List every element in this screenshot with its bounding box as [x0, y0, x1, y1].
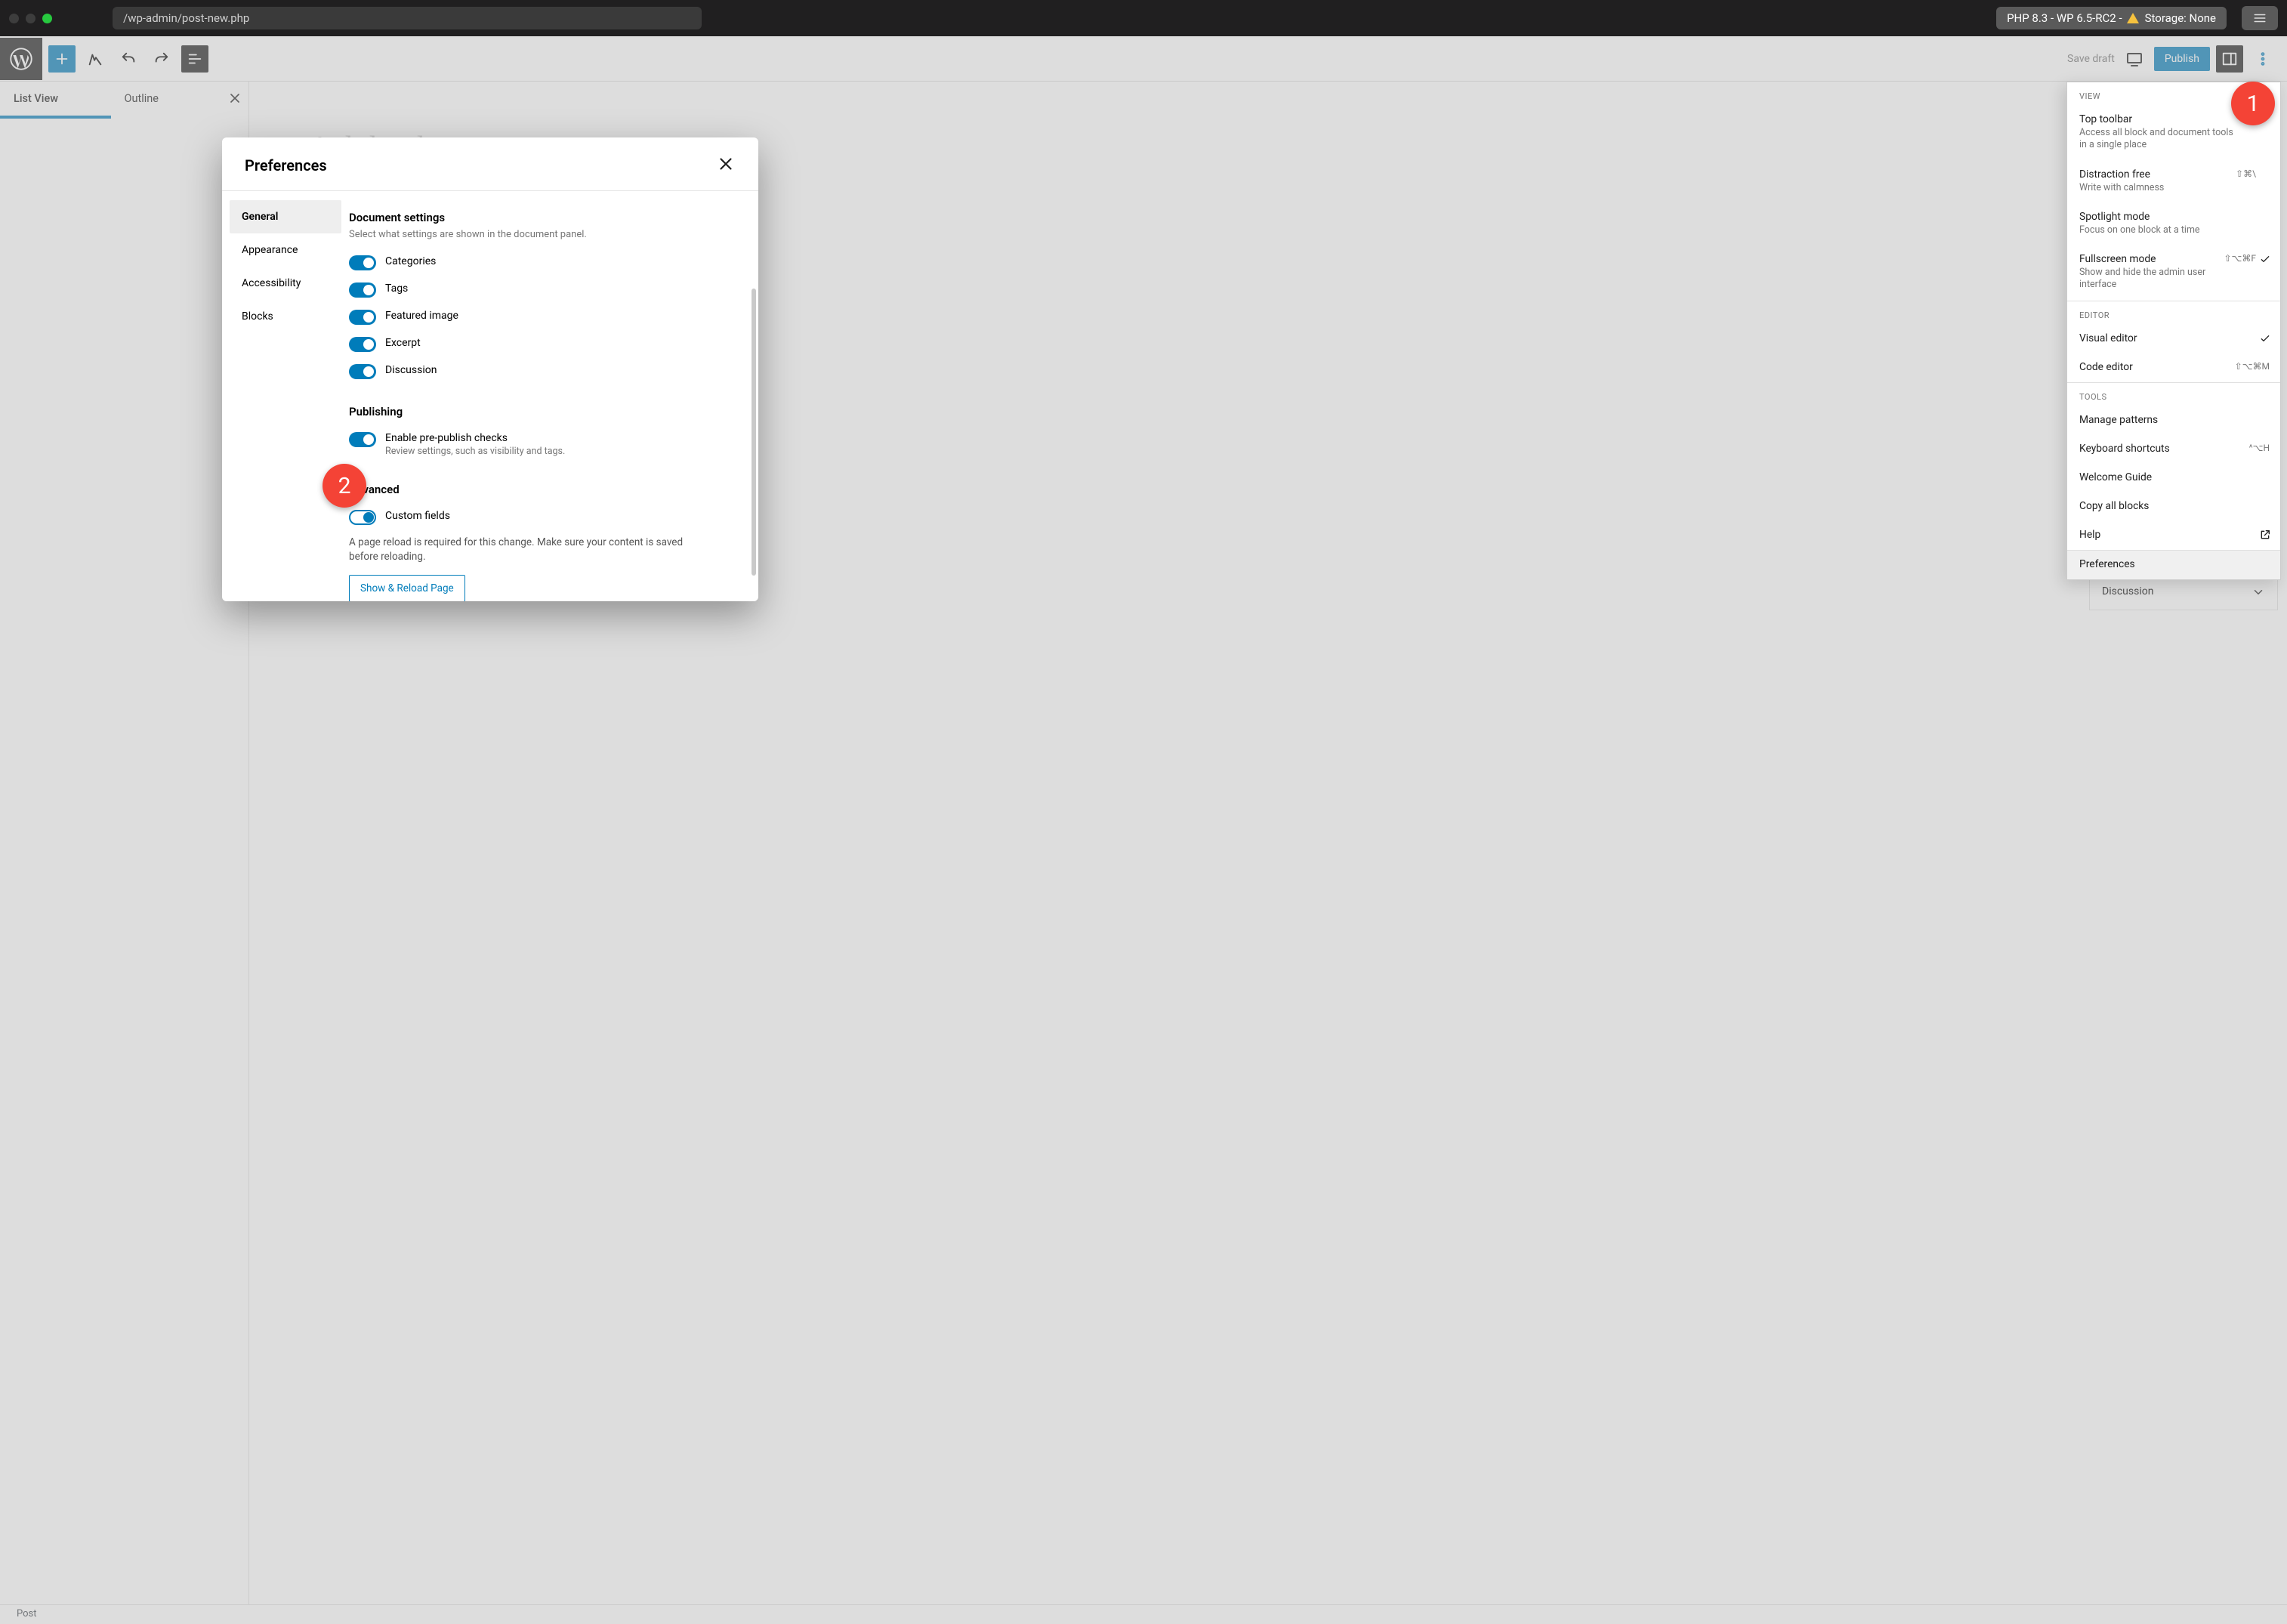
- nav-accessibility[interactable]: Accessibility: [230, 267, 341, 300]
- menu-item-shortcut: ⇧⌘\: [2236, 168, 2256, 179]
- show-reload-button[interactable]: Show & Reload Page: [349, 575, 465, 601]
- menu-item-keyboard-shortcuts[interactable]: Keyboard shortcuts ^⌥H: [2067, 435, 2280, 464]
- menu-item-label: Manage patterns: [2079, 414, 2268, 426]
- close-modal-button[interactable]: [716, 154, 736, 177]
- menu-item-fullscreen[interactable]: Fullscreen mode Show and hide the admin …: [2067, 245, 2280, 301]
- menu-item-shortcut: ^⌥H: [2249, 443, 2270, 453]
- toggle-custom-fields[interactable]: [349, 510, 376, 525]
- menu-group-tools: Tools: [2067, 383, 2280, 406]
- minimize-window-icon[interactable]: [26, 14, 35, 23]
- menu-item-desc: Show and hide the admin user interface: [2079, 267, 2238, 292]
- toggle-label: Tags: [385, 283, 408, 295]
- toggle-label: Categories: [385, 255, 436, 267]
- zoom-window-icon[interactable]: [42, 14, 52, 23]
- menu-item-help[interactable]: Help: [2067, 521, 2280, 550]
- menu-item-shortcut: ⇧⌥⌘F: [2224, 253, 2256, 264]
- close-window-icon[interactable]: [9, 14, 19, 23]
- menu-item-visual-editor[interactable]: Visual editor: [2067, 325, 2280, 354]
- nav-appearance[interactable]: Appearance: [230, 233, 341, 267]
- menu-item-preferences[interactable]: Preferences: [2067, 551, 2280, 579]
- menu-item-label: Keyboard shortcuts: [2079, 443, 2268, 455]
- preferences-general-panel: Document settings Select what settings a…: [349, 191, 758, 601]
- section-document-settings: Document settings: [349, 211, 736, 224]
- app-menu-button[interactable]: [2242, 6, 2278, 30]
- section-advanced: Advanced: [349, 483, 736, 496]
- menu-item-shortcut: ⇧⌥⌘M: [2235, 361, 2270, 372]
- toggle-prepublish-checks[interactable]: [349, 432, 376, 447]
- toggle-sublabel: Review settings, such as visibility and …: [385, 446, 565, 457]
- toggle-excerpt[interactable]: [349, 337, 376, 352]
- section-desc: Select what settings are shown in the do…: [349, 229, 736, 240]
- toggle-label: Enable pre-publish checks: [385, 432, 565, 444]
- toggle-label: Featured image: [385, 310, 458, 322]
- annotation-badge-2: 2: [323, 464, 366, 508]
- menu-group-editor: Editor: [2067, 301, 2280, 325]
- url-bar[interactable]: /wp-admin/post-new.php: [113, 7, 702, 29]
- menu-item-label: Welcome Guide: [2079, 471, 2268, 483]
- toggle-label: Custom fields: [385, 510, 450, 522]
- menu-item-label: Copy all blocks: [2079, 500, 2268, 512]
- menu-item-desc: Focus on one block at a time: [2079, 224, 2238, 236]
- toggle-featured-image[interactable]: [349, 310, 376, 325]
- options-dropdown: View Top toolbar Access all block and do…: [2066, 82, 2281, 580]
- modal-title: Preferences: [245, 156, 327, 174]
- menu-item-label: Visual editor: [2079, 332, 2268, 344]
- menu-item-desc: Write with calmness: [2079, 182, 2238, 194]
- warning-icon: [2127, 13, 2139, 23]
- menu-item-distraction-free[interactable]: Distraction free Write with calmness ⇧⌘\: [2067, 161, 2280, 203]
- menu-item-welcome-guide[interactable]: Welcome Guide: [2067, 464, 2280, 492]
- nav-blocks[interactable]: Blocks: [230, 300, 341, 333]
- check-icon: [2259, 332, 2271, 347]
- check-icon: [2259, 253, 2271, 268]
- env-storage-text: Storage: None: [2145, 11, 2216, 25]
- nav-general[interactable]: General: [230, 200, 341, 233]
- scrollbar[interactable]: [752, 289, 756, 576]
- menu-item-manage-patterns[interactable]: Manage patterns: [2067, 406, 2280, 435]
- toggle-discussion[interactable]: [349, 364, 376, 379]
- section-publishing: Publishing: [349, 405, 736, 418]
- toggle-label: Discussion: [385, 364, 437, 376]
- toggle-tags[interactable]: [349, 283, 376, 298]
- toggle-label: Excerpt: [385, 337, 421, 349]
- menu-item-copy-all-blocks[interactable]: Copy all blocks: [2067, 492, 2280, 521]
- toggle-categories[interactable]: [349, 255, 376, 270]
- reload-notice: A page reload is required for this chang…: [349, 536, 696, 564]
- external-link-icon: [2259, 529, 2271, 544]
- menu-item-label: Spotlight mode: [2079, 211, 2268, 223]
- preferences-nav: General Appearance Accessibility Blocks: [222, 191, 349, 601]
- env-status-badge: PHP 8.3 - WP 6.5-RC2 - Storage: None: [1996, 7, 2227, 29]
- menu-item-label: Help: [2079, 529, 2268, 541]
- menu-item-label: Preferences: [2079, 558, 2268, 570]
- annotation-badge-1: 1: [2231, 82, 2275, 125]
- menu-item-spotlight[interactable]: Spotlight mode Focus on one block at a t…: [2067, 203, 2280, 245]
- menu-item-desc: Access all block and document tools in a…: [2079, 127, 2238, 152]
- preferences-modal: Preferences General Appearance Accessibi…: [222, 137, 758, 601]
- menu-item-code-editor[interactable]: Code editor ⇧⌥⌘M: [2067, 354, 2280, 382]
- env-status-text: PHP 8.3 - WP 6.5-RC2 -: [2007, 11, 2122, 25]
- window-controls: [9, 14, 52, 23]
- macos-titlebar: /wp-admin/post-new.php PHP 8.3 - WP 6.5-…: [0, 0, 2287, 36]
